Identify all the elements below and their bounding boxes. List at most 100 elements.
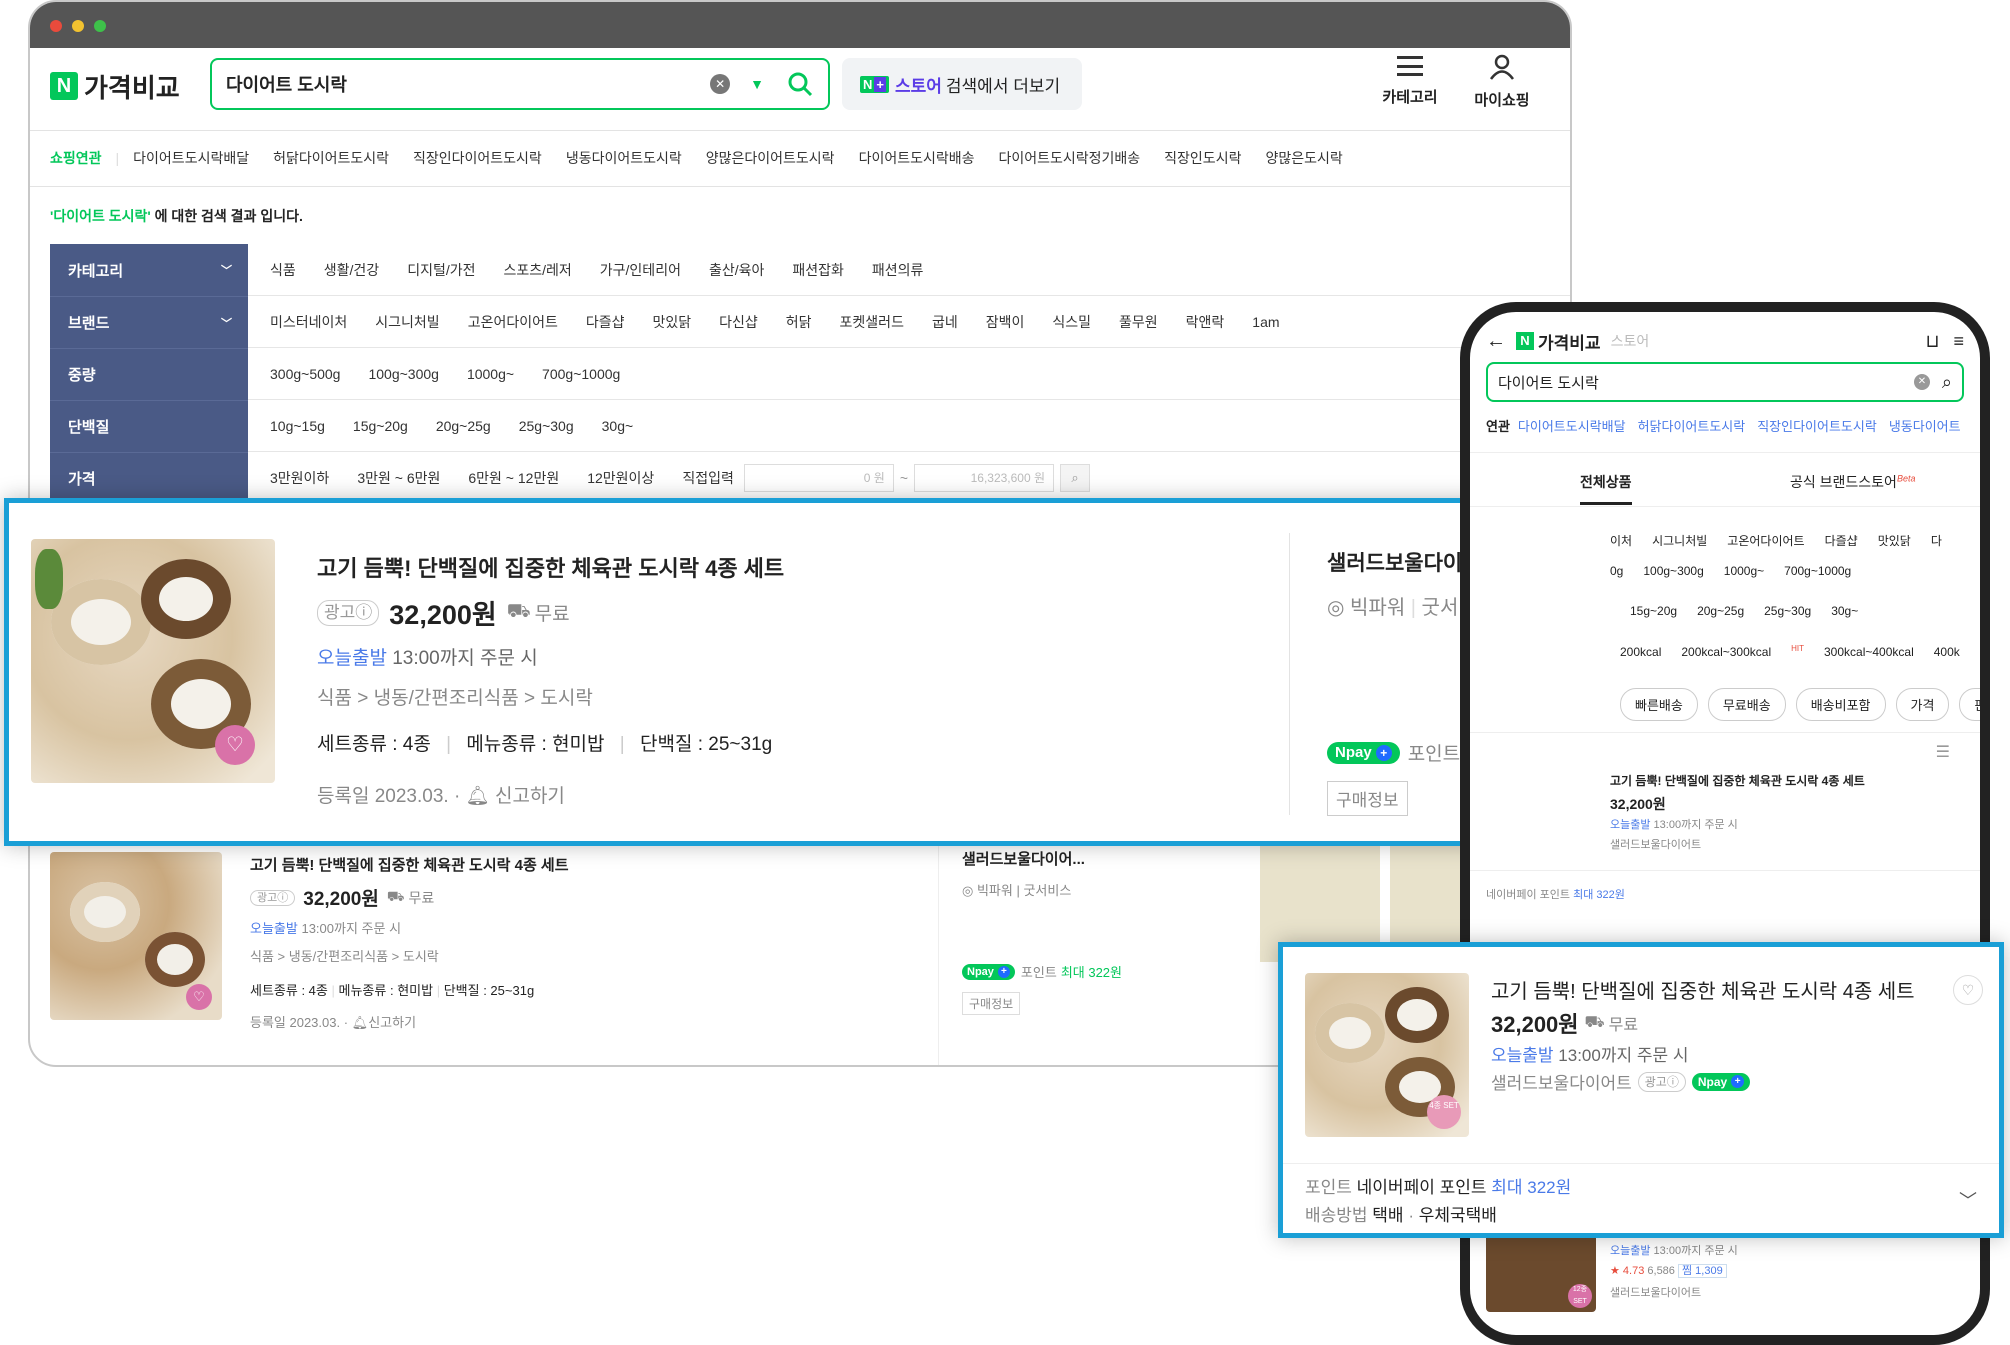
filter-option[interactable]: 3만원 ~ 6만원 xyxy=(357,468,440,488)
clear-icon[interactable]: ✕ xyxy=(710,74,731,94)
search-box[interactable]: 다이어트 도시락 ✕ ▼ xyxy=(210,58,830,110)
tab-brand-store[interactable]: 공식 브랜드스토어Beta xyxy=(1790,472,1915,492)
heart-icon[interactable]: ♡ xyxy=(186,984,212,1010)
search-input[interactable]: 다이어트 도시락 xyxy=(226,71,710,97)
filter-option[interactable]: 풀무원 xyxy=(1119,312,1158,332)
path-item[interactable]: 도시락 xyxy=(540,688,592,709)
related-item[interactable]: 냉동다이어트도시락 xyxy=(566,148,682,168)
maximize-dot[interactable] xyxy=(94,20,106,32)
filter-option[interactable]: 시그니처빌 xyxy=(375,312,439,332)
list-view-icon[interactable]: ☰ xyxy=(1936,742,1950,762)
mobile-product-title[interactable]: 고기 듬뿍! 단백질에 집중한 체육관 도시락 4종 세트 xyxy=(1610,772,1865,789)
filter-option[interactable]: 100g~300g xyxy=(368,366,438,382)
product-thumbnail[interactable]: 4종 SET xyxy=(1305,973,1469,1137)
mobile-store-link[interactable]: 스토어 xyxy=(1611,331,1650,351)
seller-name[interactable]: 샐러드보울다이어... xyxy=(962,848,1085,869)
filter-option[interactable]: 패션잡화 xyxy=(792,260,844,280)
price-max-input[interactable]: 16,323,600 원 xyxy=(914,463,1055,492)
filter-option[interactable]: 맛있닭 xyxy=(653,312,692,332)
back-arrow-icon[interactable]: ← xyxy=(1486,330,1506,353)
filter-option[interactable]: 패션의류 xyxy=(872,260,924,280)
filter-option[interactable]: 6만원 ~ 12만원 xyxy=(468,468,559,488)
chip-button[interactable]: 가격 xyxy=(1895,688,1950,721)
related-item[interactable]: 허닭다이어트도시락 xyxy=(1638,416,1746,435)
buy-info-button[interactable]: 구매정보 xyxy=(1327,781,1408,816)
filter-option[interactable]: 미스터네이처 xyxy=(270,312,347,332)
path-item[interactable]: 식품 xyxy=(250,949,274,964)
heart-icon[interactable]: ♡ xyxy=(215,725,255,765)
related-item[interactable]: 양많은다이어트도시락 xyxy=(706,148,835,168)
chip-button[interactable]: 무료배송 xyxy=(1707,688,1786,721)
filter-option[interactable]: 시그니처빌 xyxy=(1652,534,1707,548)
related-item[interactable]: 다이어트도시락배송 xyxy=(859,148,975,168)
logo[interactable]: N 가격비교 xyxy=(50,68,180,104)
close-dot[interactable] xyxy=(50,20,62,32)
path-item[interactable]: 냉동/간편조리식품 xyxy=(374,688,519,709)
related-item[interactable]: 직장인도시락 xyxy=(1164,148,1241,168)
related-item[interactable]: 양많은도시락 xyxy=(1265,148,1342,168)
filter-option[interactable]: 300g~500g xyxy=(270,366,340,382)
filter-option[interactable]: 락앤락 xyxy=(1186,312,1225,332)
price-min-input[interactable]: 0 원 xyxy=(743,463,894,492)
minimize-dot[interactable] xyxy=(72,20,84,32)
filter-option[interactable]: 허닭 xyxy=(786,312,812,332)
product-thumbnail[interactable]: ♡ xyxy=(50,852,222,1020)
ad-badge[interactable]: 광고ⓘ xyxy=(250,889,296,906)
filter-option[interactable]: 다즐샵 xyxy=(1825,534,1858,548)
chip-button[interactable]: 판 xyxy=(1959,688,1980,721)
related-item[interactable]: 직장인다이어트도시락 xyxy=(413,148,542,168)
chevron-down-icon[interactable]: ▼ xyxy=(750,76,764,92)
filter-option[interactable]: 20g~25g xyxy=(1697,604,1744,618)
price-search-icon[interactable]: ⌕ xyxy=(1060,463,1091,492)
mobile-search-box[interactable]: 다이어트 도시락 ✕ ⌕ xyxy=(1486,362,1964,402)
filter-option[interactable]: 1000g~ xyxy=(1724,564,1764,578)
filter-option[interactable]: 가구/인테리어 xyxy=(600,260,681,280)
product-thumbnail-2[interactable]: 12종 SET xyxy=(1486,1232,1596,1312)
filter-option[interactable]: 굽네 xyxy=(932,312,958,332)
filter-option[interactable]: 1000g~ xyxy=(467,366,514,382)
filter-option[interactable]: 12만원이상 xyxy=(587,468,654,488)
filter-option[interactable]: 30g~ xyxy=(602,418,634,434)
filter-option[interactable]: 400k xyxy=(1934,645,1960,659)
product-title[interactable]: 고기 듬뿍! 단백질에 집중한 체육관 도시락 4종 세트 xyxy=(250,854,569,875)
filter-option[interactable]: 700g~1000g xyxy=(542,366,620,382)
filter-option[interactable]: 15g~20g xyxy=(353,418,408,434)
filter-label-brand[interactable]: 브랜드 ﹀ xyxy=(50,296,248,348)
filter-option[interactable]: 100g~300g xyxy=(1643,564,1703,578)
filter-option[interactable]: 10g~15g xyxy=(270,418,325,434)
path-item[interactable]: 도시락 xyxy=(403,949,439,964)
store-more-button[interactable]: N + 스토어 검색에서 더보기 xyxy=(842,58,1082,110)
filter-option[interactable]: 1am xyxy=(1252,314,1279,330)
clear-icon[interactable]: ✕ xyxy=(1913,374,1930,390)
mobile-seller[interactable]: 샐러드보울다이어트 xyxy=(1610,836,1701,852)
ad-badge[interactable]: 광고ⓘ xyxy=(1637,1071,1686,1092)
filter-option[interactable]: 20g~25g xyxy=(436,418,491,434)
mobile-logo-text[interactable]: 가격비교 xyxy=(1538,329,1601,354)
related-item[interactable]: 냉동다이어트 xyxy=(1889,416,1961,435)
path-item[interactable]: 식품 xyxy=(317,688,352,709)
related-item[interactable]: 허닭다이어트도시락 xyxy=(273,148,389,168)
menu-icon[interactable]: ≡ xyxy=(1953,331,1964,352)
product-thumbnail[interactable]: ♡ xyxy=(31,539,275,783)
cart-icon[interactable]: ⊔ xyxy=(1925,331,1939,352)
filter-option[interactable]: 스포츠/레저 xyxy=(503,260,571,280)
path-item[interactable]: 냉동/간편조리식품 xyxy=(289,949,388,964)
related-item[interactable]: 직장인다이어트도시락 xyxy=(1757,416,1877,435)
chip-button[interactable]: 빠른배송 xyxy=(1620,688,1698,721)
filter-option[interactable]: 30g~ xyxy=(1831,604,1858,618)
mobile-product-title[interactable]: 고기 듬뿍! 단백질에 집중한 체육관 도시락 4종 세트 xyxy=(1491,975,1915,1004)
filter-option[interactable]: 디지털/가전 xyxy=(407,260,475,280)
mobile-search-input[interactable]: 다이어트 도시락 xyxy=(1498,372,1914,393)
filter-option[interactable]: 700g~1000g xyxy=(1784,564,1851,578)
filter-option[interactable]: 고온어다이어트 xyxy=(468,312,558,332)
myshopping-button[interactable]: 마이쇼핑 xyxy=(1462,54,1542,110)
related-item[interactable]: 다이어트도시락정기배송 xyxy=(998,148,1140,168)
filter-option[interactable]: 식스밀 xyxy=(1052,312,1091,332)
buy-info-button[interactable]: 구매정보 xyxy=(962,992,1021,1015)
filter-option[interactable]: 25g~30g xyxy=(519,418,574,434)
filter-option[interactable]: 포켓샐러드 xyxy=(840,312,904,332)
filter-option[interactable]: 300kcal~400kcal xyxy=(1824,645,1914,659)
heart-icon[interactable]: ♡ xyxy=(1953,975,1983,1005)
filter-option[interactable]: 고온어다이어트 xyxy=(1727,534,1804,548)
filter-option[interactable]: 200kcal xyxy=(1620,645,1661,659)
